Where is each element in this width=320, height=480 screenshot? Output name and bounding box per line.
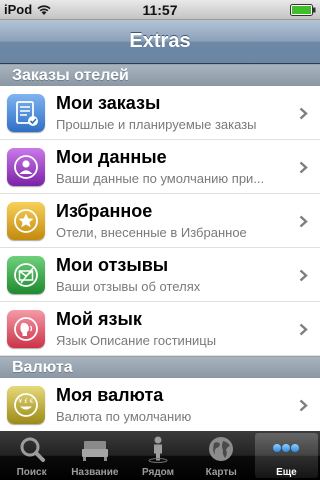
row-my-bookings[interactable]: Мои заказы Прошлые и планируемые заказы bbox=[0, 86, 320, 140]
row-favorites[interactable]: Избранное Отели, внесенные в Избранное bbox=[0, 194, 320, 248]
star-icon bbox=[7, 202, 45, 240]
language-icon bbox=[7, 310, 45, 348]
row-subtitle: Отели, внесенные в Избранное bbox=[56, 225, 247, 240]
battery-icon bbox=[290, 4, 316, 16]
tab-label: Рядом bbox=[141, 467, 175, 478]
status-time: 11:57 bbox=[142, 2, 178, 18]
user-profile-icon bbox=[7, 148, 45, 186]
reviews-icon bbox=[7, 256, 45, 294]
svg-text:¥ £ €: ¥ £ € bbox=[18, 398, 33, 405]
tab-nearby[interactable]: Рядом bbox=[126, 431, 189, 480]
row-subtitle: Прошлые и планируемые заказы bbox=[56, 117, 257, 132]
tab-maps[interactable]: Карты bbox=[190, 431, 253, 480]
more-dots-icon bbox=[273, 444, 300, 452]
hotel-bed-icon bbox=[81, 441, 108, 461]
chevron-right-icon bbox=[299, 399, 308, 412]
status-bar: iPod 11:57 bbox=[0, 0, 320, 20]
tab-bar: Поиск Название Рядом Карты Еще bbox=[0, 431, 320, 480]
row-title: Мои отзывы bbox=[56, 255, 169, 275]
globe-icon bbox=[209, 437, 234, 461]
row-my-data[interactable]: Мои данные Ваши данные по умолчанию при.… bbox=[0, 140, 320, 194]
tab-label: Карты bbox=[205, 467, 237, 478]
row-my-currency[interactable]: ¥ £ € Моя валюта Валюта по умолчанию bbox=[0, 378, 320, 432]
tab-search[interactable]: Поиск bbox=[0, 431, 63, 480]
tab-label: Название bbox=[71, 467, 119, 478]
row-title: Мои заказы bbox=[56, 93, 161, 113]
chevron-right-icon bbox=[299, 323, 308, 336]
row-my-language[interactable]: Мой язык Язык Описание гостиницы bbox=[0, 302, 320, 356]
navigation-bar: Extras bbox=[0, 20, 320, 64]
chevron-right-icon bbox=[299, 107, 308, 120]
chevron-right-icon bbox=[299, 269, 308, 282]
chevron-right-icon bbox=[299, 161, 308, 174]
row-title: Моя валюта bbox=[56, 385, 164, 405]
tab-more[interactable]: Еще bbox=[254, 433, 319, 478]
bookings-icon bbox=[7, 94, 45, 132]
tab-label: Поиск bbox=[16, 467, 47, 478]
person-nearby-icon bbox=[148, 436, 168, 463]
row-subtitle: Ваши отзывы об отелях bbox=[56, 279, 201, 294]
row-title: Мой язык bbox=[56, 309, 142, 329]
row-title: Избранное bbox=[56, 201, 153, 221]
search-icon bbox=[20, 437, 45, 462]
row-title: Мои данные bbox=[56, 147, 167, 167]
chevron-right-icon bbox=[299, 215, 308, 228]
section-header-hotel-bookings: Заказы отелей bbox=[0, 64, 320, 86]
row-subtitle: Валюта по умолчанию bbox=[56, 409, 192, 424]
tab-name[interactable]: Название bbox=[63, 431, 126, 480]
currency-icon: ¥ £ € bbox=[7, 386, 45, 424]
page-title: Extras bbox=[129, 30, 191, 52]
row-my-reviews[interactable]: Мои отзывы Ваши отзывы об отелях bbox=[0, 248, 320, 302]
row-subtitle: Ваши данные по умолчанию при... bbox=[56, 171, 265, 186]
section-header-currency: Валюта bbox=[0, 356, 320, 378]
tab-label: Еще bbox=[276, 467, 297, 478]
row-subtitle: Язык Описание гостиницы bbox=[56, 333, 217, 348]
